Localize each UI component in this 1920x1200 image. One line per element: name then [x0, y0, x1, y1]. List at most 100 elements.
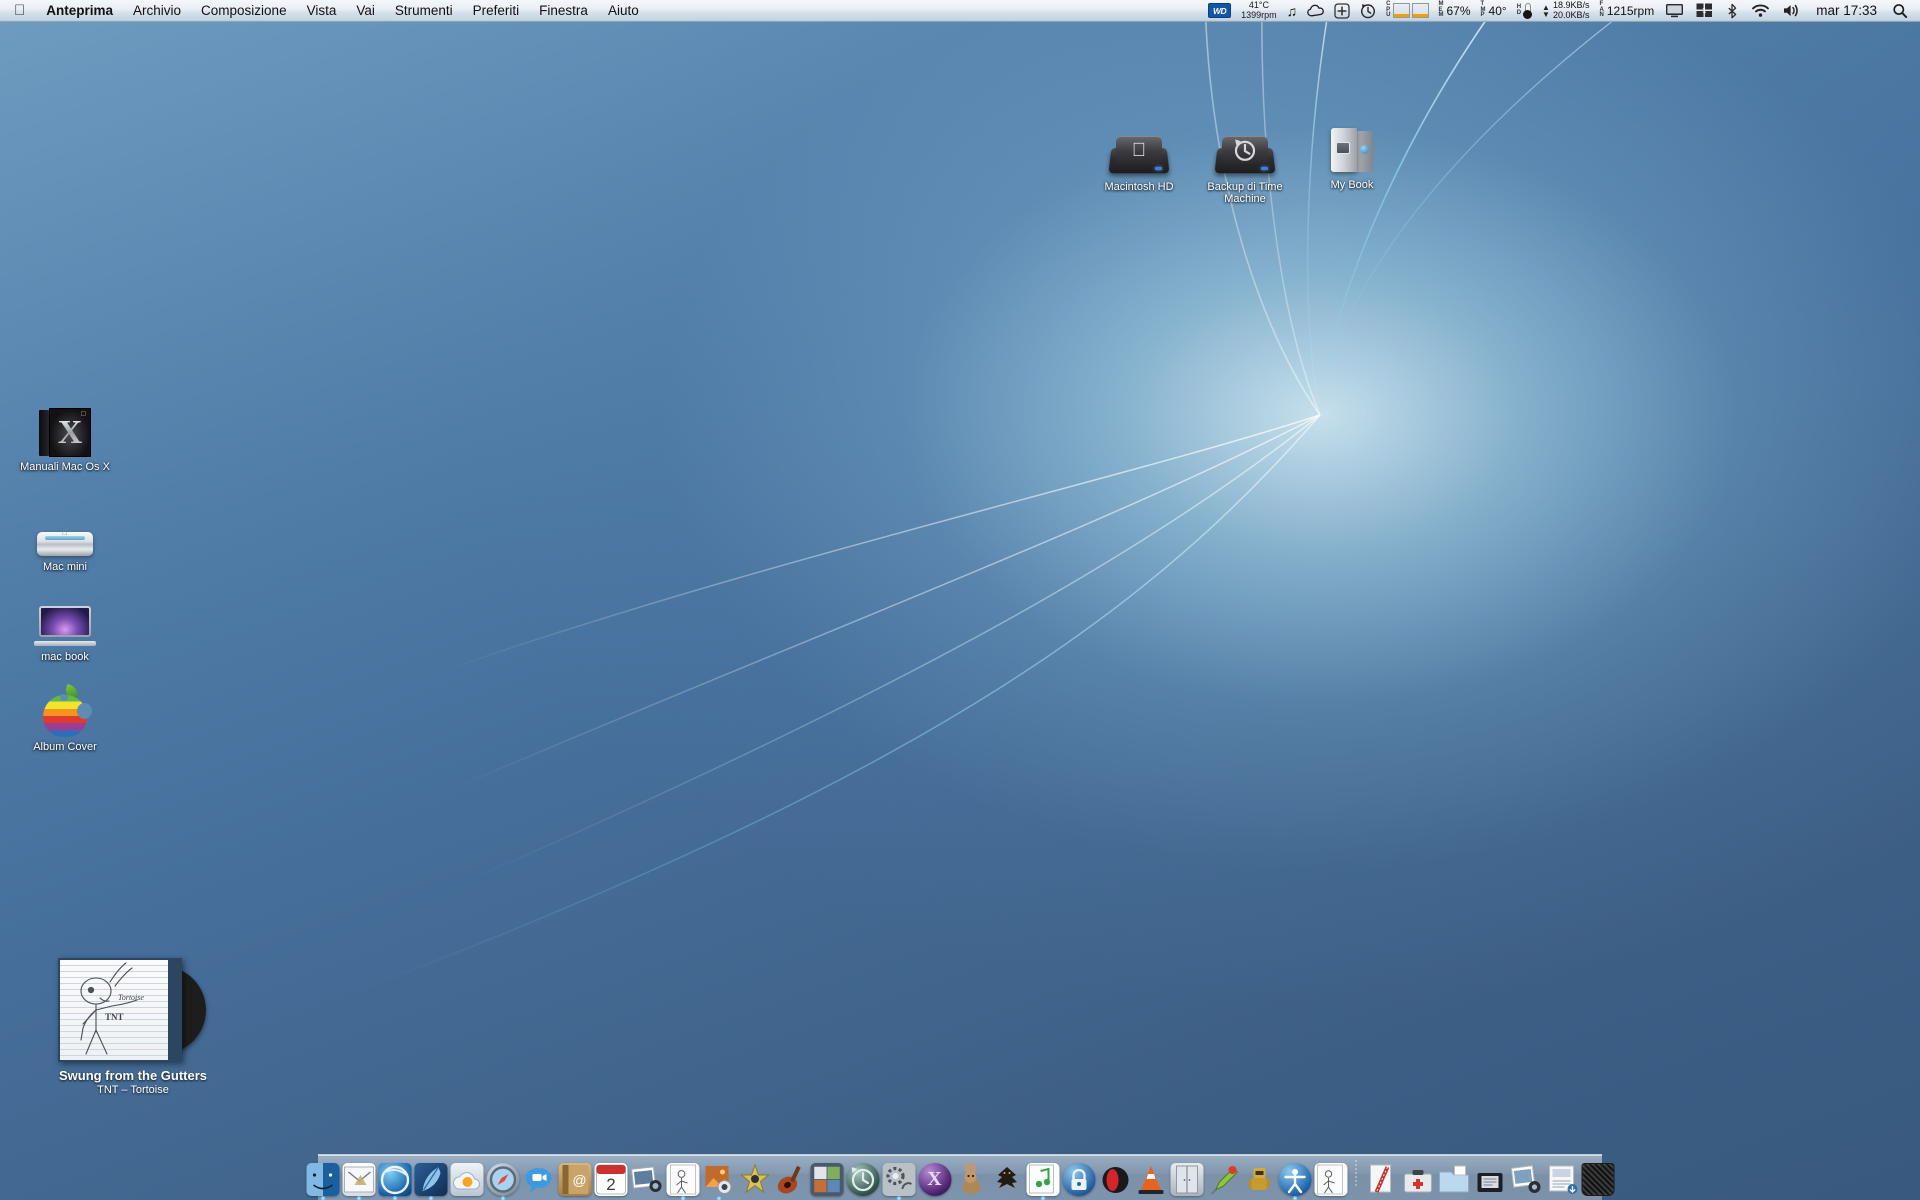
- photos-stack-icon: [1510, 1165, 1540, 1193]
- music-note-icon: ♫: [1286, 2, 1298, 19]
- finder-icon: [306, 1163, 339, 1196]
- menu-bar-left:  Anteprima Archivio Composizione Vista …: [0, 0, 649, 21]
- status-spaces-menu[interactable]: 1: [1690, 3, 1719, 18]
- dock-item-itunes[interactable]: [1025, 1152, 1060, 1200]
- dock-item-robot-app[interactable]: [1241, 1152, 1276, 1196]
- menu-item-finestra[interactable]: Finestra: [529, 0, 598, 21]
- dock-item-sketch-app[interactable]: [665, 1152, 700, 1200]
- desktop-icon-macintosh-hd[interactable]:  Macintosh HD: [1087, 120, 1191, 193]
- dock-item-first-aid[interactable]: [1400, 1152, 1435, 1196]
- menu-item-anteprima[interactable]: Anteprima: [36, 0, 123, 21]
- status-display-menu[interactable]: [1659, 3, 1690, 18]
- desktop-icon-manuali-mac-os-x[interactable]: X Manuali Mac Os X: [13, 400, 117, 473]
- dock-item-system-preferences[interactable]: [881, 1152, 916, 1200]
- status-fan[interactable]: FAN 1215rpm: [1594, 0, 1659, 21]
- dock-item-mail[interactable]: [341, 1152, 376, 1200]
- eagle-icon: [996, 1167, 1017, 1188]
- dock-item-xcode[interactable]: X: [917, 1152, 952, 1196]
- display-icon: [1666, 4, 1684, 18]
- status-network-rates[interactable]: ▲ ▼ 18.9KB/s 20.0KB/s: [1537, 0, 1594, 21]
- status-hdd-temp-rpm[interactable]: 41°C 1399rpm: [1236, 0, 1282, 21]
- dock-item-safari[interactable]: [485, 1152, 520, 1200]
- menu-item-aiuto[interactable]: Aiuto: [598, 0, 649, 21]
- fan-value: 1215rpm: [1606, 3, 1655, 18]
- status-wd-drive[interactable]: WD: [1203, 0, 1236, 21]
- hdd-rpm-value: 1399rpm: [1241, 9, 1277, 20]
- macbook-icon: [13, 590, 117, 648]
- system-preferences-icon: [882, 1163, 915, 1196]
- dock-item-transmission[interactable]: [377, 1152, 412, 1200]
- status-music-menu[interactable]: ♫: [1282, 0, 1303, 21]
- menu-bar-clock[interactable]: mar 17:33: [1807, 3, 1886, 18]
- dock-item-dashboard[interactable]: [449, 1152, 484, 1196]
- imovie-icon: [739, 1163, 770, 1194]
- dock-item-scanner-box[interactable]: [1472, 1152, 1507, 1196]
- dock-item-sketch-doc[interactable]: [1313, 1152, 1348, 1196]
- dock-item-address-book[interactable]: @: [557, 1152, 592, 1196]
- status-bluetooth-menu[interactable]: [1719, 3, 1745, 19]
- menu-item-archivio[interactable]: Archivio: [123, 0, 191, 21]
- desktop-icon-time-machine-backup[interactable]: Backup di Time Machine: [1193, 120, 1297, 205]
- dock-item-eagle-app[interactable]: [989, 1152, 1024, 1196]
- apple-logo-icon: : [14, 3, 25, 18]
- menu-item-vista[interactable]: Vista: [297, 0, 347, 21]
- status-dropbox-menu[interactable]: [1302, 0, 1329, 21]
- doors-icon: [1175, 1165, 1198, 1194]
- status-cpu-monitor[interactable]: CPU CPU: [1381, 0, 1433, 21]
- desktop-icon-label: mac book: [41, 651, 89, 663]
- desktop-icon-mac-book[interactable]: mac book: [13, 590, 117, 663]
- dock-item-keychain[interactable]: [1061, 1152, 1096, 1196]
- dock-item-zip-tool[interactable]: [1364, 1152, 1399, 1196]
- dock-item-feather[interactable]: [413, 1152, 448, 1200]
- menu-bar:  Anteprima Archivio Composizione Vista …: [0, 0, 1920, 22]
- dock-item-garageband[interactable]: [773, 1152, 808, 1196]
- sketch-document-icon: [1316, 1164, 1343, 1195]
- spotlight-button[interactable]: [1886, 3, 1914, 19]
- hd-label: HD: [1516, 3, 1522, 16]
- desktop-icon-mac-mini[interactable]:  Mac mini: [13, 500, 117, 573]
- dock-item-finder[interactable]: [305, 1152, 340, 1200]
- status-memory[interactable]: MEM 67%: [1434, 0, 1476, 21]
- hard-drive-apple-icon: : [1087, 120, 1191, 178]
- first-aid-kit-icon: [1403, 1170, 1432, 1193]
- zip-tool-icon: [1369, 1164, 1391, 1193]
- dock-item-downloads-stack[interactable]: [1544, 1152, 1579, 1196]
- dock-running-indicator: [680, 1196, 685, 1200]
- dock-item-photos-stack[interactable]: [1508, 1152, 1543, 1196]
- dock-item-spaces[interactable]: [809, 1152, 844, 1196]
- dock-item-imovie[interactable]: [737, 1152, 772, 1196]
- dock-item-rocket-tool[interactable]: [1205, 1152, 1240, 1196]
- dock-item-accessibility[interactable]: [1277, 1152, 1312, 1200]
- status-volume-menu[interactable]: [1776, 3, 1807, 18]
- menu-item-vai[interactable]: Vai: [346, 0, 385, 21]
- dock-item-rabbit-app[interactable]: [953, 1152, 988, 1196]
- dock-item-time-machine[interactable]: [845, 1152, 880, 1196]
- desktop-icon-album-cover[interactable]: Album Cover: [13, 680, 117, 753]
- menu-item-strumenti[interactable]: Strumenti: [385, 0, 463, 21]
- dock-item-preview[interactable]: [701, 1152, 736, 1200]
- dock-item-opera[interactable]: [1097, 1152, 1132, 1196]
- status-time-machine[interactable]: [1355, 0, 1381, 21]
- dock-item-vlc[interactable]: [1133, 1152, 1168, 1196]
- dock-item-documents-folder[interactable]: [1436, 1152, 1471, 1196]
- status-add-menu[interactable]: [1329, 0, 1355, 21]
- status-hd-activity[interactable]: HD: [1512, 0, 1537, 21]
- status-temperature[interactable]: TMP 40°: [1476, 0, 1512, 21]
- apple-menu-button[interactable]: : [0, 0, 36, 21]
- dock-item-ical[interactable]: 2: [593, 1152, 628, 1196]
- desktop-icon-label: Backup di Time Machine: [1207, 181, 1283, 205]
- dock-item-doors-app[interactable]: [1169, 1152, 1204, 1196]
- time-machine-icon: [1361, 3, 1376, 18]
- dock-item-ichat[interactable]: [521, 1152, 556, 1196]
- accessibility-icon: [1283, 1169, 1306, 1194]
- external-drive-mybook-icon: [1300, 118, 1404, 176]
- dock-item-trash[interactable]: [1580, 1152, 1615, 1196]
- menu-item-preferiti[interactable]: Preferiti: [463, 0, 530, 21]
- now-playing-album-widget[interactable]: TNT Tortoise Swung from the Gutters TNT …: [58, 958, 208, 1096]
- desktop-icon-my-book[interactable]: My Book: [1300, 118, 1404, 191]
- safari-icon: [489, 1166, 516, 1193]
- tmp-label: TMP: [1480, 1, 1486, 19]
- status-wifi-menu[interactable]: [1745, 3, 1776, 18]
- dock-item-iphoto-stack[interactable]: [629, 1152, 664, 1196]
- menu-item-composizione[interactable]: Composizione: [191, 0, 297, 21]
